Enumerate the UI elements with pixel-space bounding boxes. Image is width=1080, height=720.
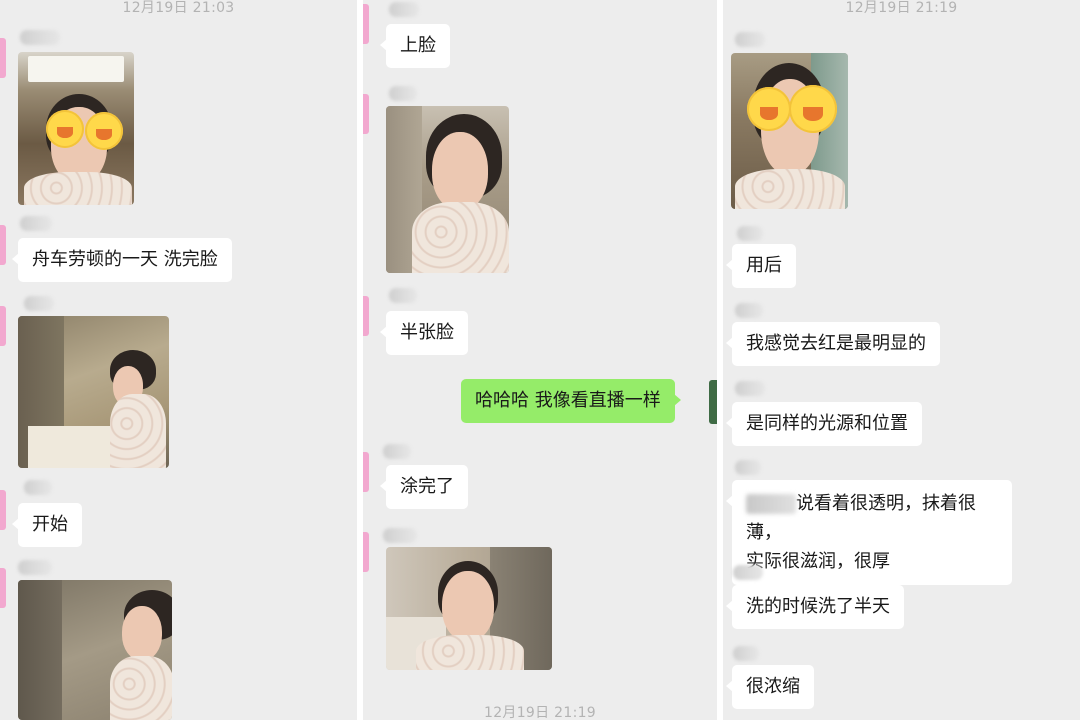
- message-bubble[interactable]: 开始: [12, 503, 82, 547]
- mention-blurred: [746, 494, 796, 514]
- timestamp: 12月19日 21:03: [122, 0, 235, 16]
- message-bubble[interactable]: 很浓缩: [726, 665, 814, 709]
- sender-name-blurred: [20, 216, 52, 231]
- photo-face-before[interactable]: [18, 52, 134, 205]
- timestamp: 12月19日 21:19: [845, 0, 958, 16]
- message-line: 说看着很透明，抹着很薄，: [746, 493, 976, 543]
- sticker-emoji-icon: [789, 85, 837, 133]
- message-bubble[interactable]: 上脸: [380, 24, 450, 68]
- photo-full-face[interactable]: [386, 547, 552, 670]
- sender-marker: [0, 568, 6, 608]
- sender-marker: [0, 38, 6, 78]
- sender-name-blurred: [735, 32, 765, 47]
- photo-applying-product[interactable]: [18, 580, 172, 720]
- chat-panel-1[interactable]: 12月19日 21:03 舟车劳顿的一天 洗完脸 开始: [0, 0, 357, 720]
- sender-name-blurred: [383, 528, 417, 543]
- sender-marker: [363, 94, 369, 134]
- sender-name-blurred: [383, 444, 411, 459]
- timestamp: 12月19日 21:19: [483, 705, 597, 720]
- sender-name-blurred: [389, 288, 417, 303]
- message-bubble[interactable]: 舟车劳顿的一天 洗完脸: [12, 238, 232, 282]
- sender-name-blurred: [389, 86, 417, 101]
- message-bubble[interactable]: 是同样的光源和位置: [726, 402, 922, 446]
- message-bubble[interactable]: 用后: [726, 244, 796, 288]
- sticker-emoji-icon: [747, 87, 791, 131]
- message-bubble[interactable]: 我感觉去红是最明显的: [726, 322, 940, 366]
- sender-name-blurred: [18, 560, 52, 575]
- sender-marker: [363, 532, 369, 572]
- sender-name-blurred: [20, 30, 60, 45]
- chat-panel-2[interactable]: 上脸 半张脸 哈哈哈 我像看直播一样 涂完了 12月19日 21:19: [363, 0, 717, 720]
- sender-name-blurred: [735, 460, 761, 475]
- sender-marker: [0, 225, 6, 265]
- message-line: 实际很滋润，很厚: [746, 551, 890, 572]
- message-bubble[interactable]: 洗的时候洗了半天: [726, 585, 904, 629]
- sender-name-blurred: [735, 381, 765, 396]
- photo-half-face[interactable]: [386, 106, 509, 273]
- chat-panel-3[interactable]: 12月19日 21:19 用后 我感觉去红是最明显的 是同样的光源和位置 说看着…: [723, 0, 1080, 720]
- sticker-emoji-icon: [46, 110, 84, 148]
- sender-marker: [0, 306, 6, 346]
- message-bubble-multiline[interactable]: 说看着很透明，抹着很薄， 实际很滋润，很厚: [726, 480, 1012, 585]
- sender-name-blurred: [389, 2, 419, 17]
- outgoing-message-bubble[interactable]: 哈哈哈 我像看直播一样: [461, 379, 681, 423]
- sender-marker: [0, 490, 6, 530]
- sticker-emoji-icon: [85, 112, 123, 150]
- sender-name-blurred: [737, 226, 763, 241]
- sender-name-blurred: [24, 480, 52, 495]
- message-bubble[interactable]: 半张脸: [380, 311, 468, 355]
- sender-name-blurred: [733, 646, 759, 661]
- own-avatar[interactable]: [709, 380, 717, 424]
- sender-name-blurred: [24, 296, 54, 311]
- photo-face-after[interactable]: [731, 53, 848, 209]
- sender-marker: [363, 452, 369, 492]
- sender-name-blurred: [735, 303, 763, 318]
- photo-washing-face[interactable]: [18, 316, 169, 468]
- sender-name-blurred: [733, 565, 763, 580]
- message-bubble[interactable]: 涂完了: [380, 465, 468, 509]
- ceiling-light: [28, 56, 124, 82]
- sender-marker: [363, 296, 369, 336]
- sender-marker: [363, 4, 369, 44]
